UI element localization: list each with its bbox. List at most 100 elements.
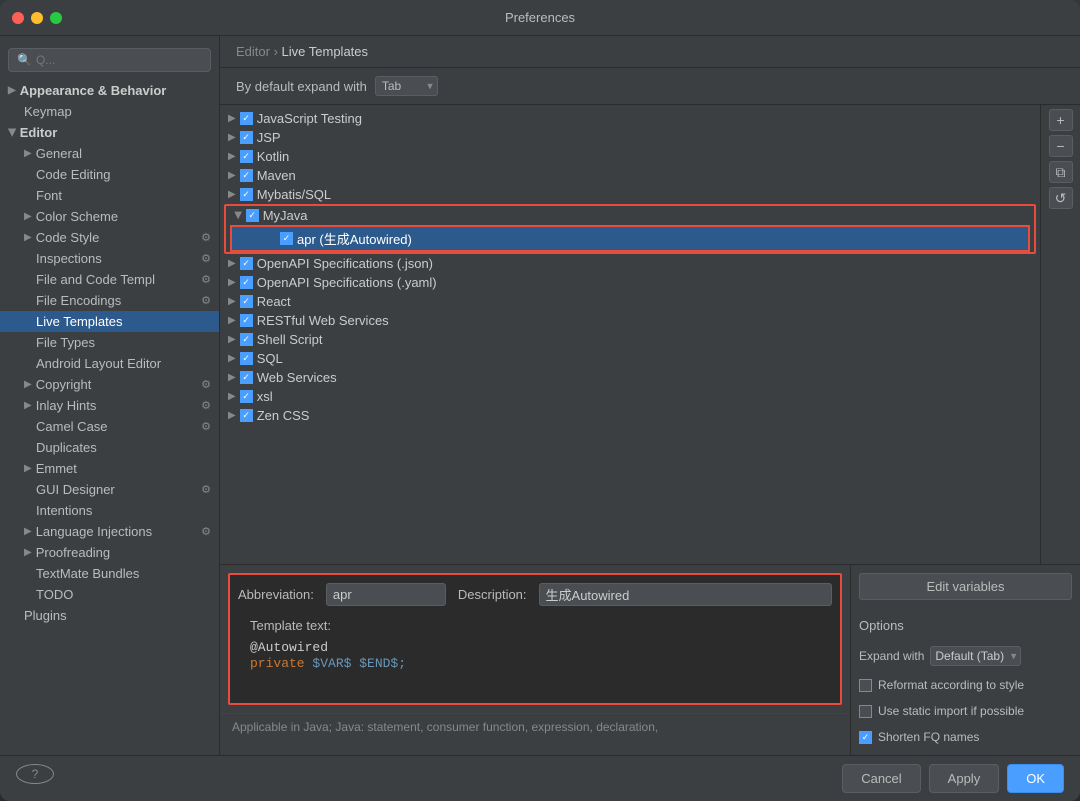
group-label: MyJava <box>263 208 308 223</box>
checkbox-web-services[interactable] <box>240 371 253 384</box>
sidebar-item-label: TextMate Bundles <box>36 566 139 581</box>
sidebar-item-live-templates[interactable]: Live Templates <box>0 311 219 332</box>
help-button[interactable]: ? <box>16 764 54 784</box>
edit-variables-button[interactable]: Edit variables <box>859 573 1072 600</box>
sidebar-item-label: Live Templates <box>36 314 122 329</box>
template-group-sql[interactable]: ▶ SQL <box>220 349 1040 368</box>
template-group-openapi-json[interactable]: ▶ OpenAPI Specifications (.json) <box>220 254 1040 273</box>
gear-icon: ⚙ <box>201 273 211 286</box>
template-code[interactable]: @Autowired private $VAR$ $END$; <box>238 635 832 695</box>
reformat-checkbox[interactable] <box>859 679 872 692</box>
sidebar-item-camel-case[interactable]: Camel Case ⚙ <box>0 416 219 437</box>
close-button[interactable] <box>12 12 24 24</box>
sidebar-item-inlay-hints[interactable]: ▶ Inlay Hints ⚙ <box>0 395 219 416</box>
checkbox-kotlin[interactable] <box>240 150 253 163</box>
template-group-react[interactable]: ▶ React <box>220 292 1040 311</box>
expand-with-select[interactable]: Default (Tab) Tab Enter <box>930 646 1021 666</box>
checkbox-apr[interactable] <box>280 232 293 245</box>
static-import-checkbox[interactable] <box>859 705 872 718</box>
sidebar-item-textmate[interactable]: TextMate Bundles <box>0 563 219 584</box>
abbreviation-input[interactable] <box>326 583 446 606</box>
sidebar-item-intentions[interactable]: Intentions <box>0 500 219 521</box>
remove-template-button[interactable]: − <box>1049 135 1073 157</box>
template-group-shell[interactable]: ▶ Shell Script <box>220 330 1040 349</box>
checkbox-openapi-json[interactable] <box>240 257 253 270</box>
checkbox-mybatis[interactable] <box>240 188 253 201</box>
title-bar: Preferences <box>0 0 1080 36</box>
checkbox-shell[interactable] <box>240 333 253 346</box>
shorten-fq-checkbox[interactable] <box>859 731 872 744</box>
sidebar-item-label: Plugins <box>24 608 67 623</box>
sidebar-item-code-editing[interactable]: Code Editing <box>0 164 219 185</box>
template-item-label: apr (生成Autowired) <box>297 229 412 248</box>
description-input[interactable] <box>539 583 832 606</box>
sidebar-item-editor[interactable]: ▶ Editor <box>0 122 219 143</box>
template-group-js-testing[interactable]: ▶ JavaScript Testing <box>220 109 1040 128</box>
code-var: $VAR$ $END$; <box>312 656 406 671</box>
reformat-row: Reformat according to style <box>859 675 1072 695</box>
apply-button[interactable]: Apply <box>929 764 1000 793</box>
sidebar-item-code-style[interactable]: ▶ Code Style ⚙ <box>0 227 219 248</box>
search-box[interactable]: 🔍 <box>8 48 211 72</box>
code-private: private <box>250 656 312 671</box>
checkbox-react[interactable] <box>240 295 253 308</box>
sidebar-item-font[interactable]: Font <box>0 185 219 206</box>
search-input[interactable] <box>36 53 202 67</box>
sidebar-item-duplicates[interactable]: Duplicates <box>0 437 219 458</box>
static-import-label: Use static import if possible <box>878 704 1024 718</box>
sidebar-item-language-injections[interactable]: ▶ Language Injections ⚙ <box>0 521 219 542</box>
checkbox-openapi-yaml[interactable] <box>240 276 253 289</box>
sidebar-item-general[interactable]: ▶ General <box>0 143 219 164</box>
sidebar-item-keymap[interactable]: Keymap <box>0 101 219 122</box>
sidebar-item-plugins[interactable]: Plugins <box>0 605 219 626</box>
checkbox-xsl[interactable] <box>240 390 253 403</box>
checkbox-maven[interactable] <box>240 169 253 182</box>
checkbox-restful[interactable] <box>240 314 253 327</box>
sidebar-item-file-encodings[interactable]: File Encodings ⚙ <box>0 290 219 311</box>
template-group-web-services[interactable]: ▶ Web Services <box>220 368 1040 387</box>
checkbox-myjava[interactable] <box>246 209 259 222</box>
sidebar-item-proofreading[interactable]: ▶ Proofreading <box>0 542 219 563</box>
gear-icon: ⚙ <box>201 231 211 244</box>
checkbox-zen-css[interactable] <box>240 409 253 422</box>
gear-icon: ⚙ <box>201 399 211 412</box>
template-group-mybatis[interactable]: ▶ Mybatis/SQL <box>220 185 1040 204</box>
sidebar-item-emmet[interactable]: ▶ Emmet <box>0 458 219 479</box>
checkbox-jsp[interactable] <box>240 131 253 144</box>
footer: ? Cancel Apply OK <box>0 755 1080 801</box>
sidebar-item-android-layout[interactable]: Android Layout Editor <box>0 353 219 374</box>
template-group-myjava[interactable]: ▶ MyJava <box>226 206 1034 225</box>
template-group-jsp[interactable]: ▶ JSP <box>220 128 1040 147</box>
template-item-apr[interactable]: apr (生成Autowired) <box>230 225 1030 252</box>
copy-template-button[interactable]: ⧉ <box>1049 161 1073 183</box>
add-template-button[interactable]: + <box>1049 109 1073 131</box>
reset-template-button[interactable]: ↺ <box>1049 187 1073 209</box>
sidebar-item-file-types[interactable]: File Types <box>0 332 219 353</box>
sidebar-item-inspections[interactable]: Inspections ⚙ <box>0 248 219 269</box>
template-group-restful[interactable]: ▶ RESTful Web Services <box>220 311 1040 330</box>
sidebar-item-appearance[interactable]: ▶ Appearance & Behavior <box>0 80 219 101</box>
sidebar-item-file-code-templ[interactable]: File and Code Templ ⚙ <box>0 269 219 290</box>
template-group-xsl[interactable]: ▶ xsl <box>220 387 1040 406</box>
template-list: ▶ JavaScript Testing ▶ JSP ▶ Kotlin <box>220 105 1040 564</box>
sidebar-item-copyright[interactable]: ▶ Copyright ⚙ <box>0 374 219 395</box>
template-group-openapi-yaml[interactable]: ▶ OpenAPI Specifications (.yaml) <box>220 273 1040 292</box>
sidebar-item-todo[interactable]: TODO <box>0 584 219 605</box>
group-label: Shell Script <box>257 332 323 347</box>
ok-button[interactable]: OK <box>1007 764 1064 793</box>
template-group-kotlin[interactable]: ▶ Kotlin <box>220 147 1040 166</box>
gear-icon: ⚙ <box>201 525 211 538</box>
maximize-button[interactable] <box>50 12 62 24</box>
cancel-button[interactable]: Cancel <box>842 764 920 793</box>
breadcrumb-live-templates: Live Templates <box>282 44 368 59</box>
template-list-area: ▶ JavaScript Testing ▶ JSP ▶ Kotlin <box>220 105 1080 564</box>
expand-select[interactable]: Tab Enter Space <box>375 76 438 96</box>
sidebar-item-color-scheme[interactable]: ▶ Color Scheme <box>0 206 219 227</box>
template-group-zen-css[interactable]: ▶ Zen CSS <box>220 406 1040 425</box>
template-group-maven[interactable]: ▶ Maven <box>220 166 1040 185</box>
sidebar-item-gui-designer[interactable]: GUI Designer ⚙ <box>0 479 219 500</box>
minimize-button[interactable] <box>31 12 43 24</box>
checkbox-sql[interactable] <box>240 352 253 365</box>
chevron-icon: ▶ <box>228 170 236 181</box>
checkbox-js-testing[interactable] <box>240 112 253 125</box>
